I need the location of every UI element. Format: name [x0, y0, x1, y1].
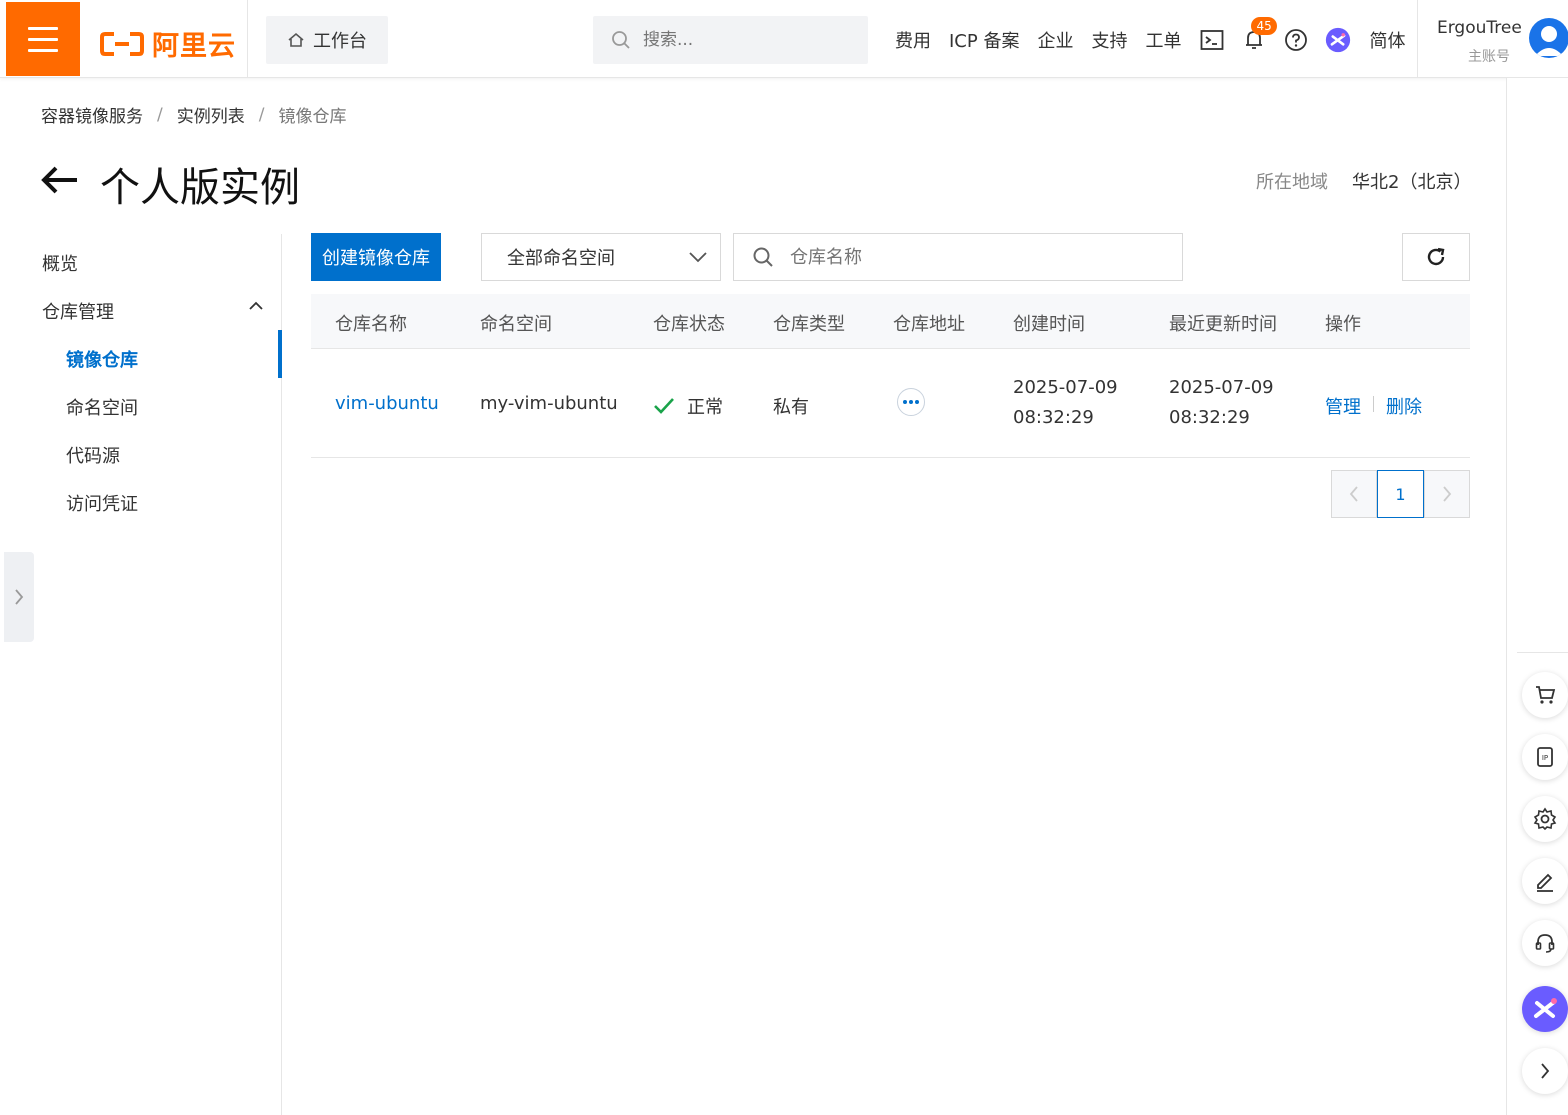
search-icon [753, 247, 773, 267]
icp-filing-icon[interactable]: IP [1522, 734, 1568, 780]
chevron-right-icon[interactable] [1522, 1048, 1568, 1094]
top-nav: 费用 ICP 备案 企业 支持 工单 45 简体 [895, 17, 1405, 56]
repo-status-text: 正常 [687, 397, 723, 418]
global-search-input[interactable] [643, 30, 843, 50]
workbench-button[interactable]: 工作台 [266, 16, 388, 64]
user-name: ErgouTree [1437, 18, 1522, 38]
chevron-left-icon [1349, 486, 1358, 502]
sidebar-item-namespace[interactable]: 命名空间 [66, 394, 138, 420]
page-number[interactable]: 1 [1377, 470, 1424, 518]
column-header-created: 创建时间 [1013, 314, 1085, 335]
terminal-icon[interactable] [1199, 27, 1225, 53]
bell-icon[interactable]: 45 [1241, 17, 1277, 53]
table-header: 仓库名称 命名空间 仓库状态 仓库类型 仓库地址 创建时间 最近更新时间 操作 [311, 294, 1470, 349]
workbench-label: 工作台 [313, 31, 367, 52]
global-search[interactable] [593, 16, 868, 64]
chevron-right-icon [15, 589, 24, 605]
sidebar-item-code-source[interactable]: 代码源 [66, 442, 120, 468]
user-role: 主账号 [1468, 49, 1510, 65]
column-header-name: 仓库名称 [335, 314, 407, 335]
back-arrow-icon[interactable] [40, 164, 80, 196]
cart-icon[interactable] [1522, 672, 1568, 718]
region-value: 华北2（北京） [1352, 172, 1472, 193]
chevron-right-icon [1443, 486, 1452, 502]
edit-pencil-icon[interactable] [1522, 858, 1568, 904]
notification-badge: 45 [1251, 17, 1277, 35]
breadcrumb-item-acr[interactable]: 容器镜像服务 [41, 102, 143, 127]
refresh-icon [1427, 247, 1445, 266]
breadcrumb-separator: / [258, 104, 265, 125]
created-time: 08:32:29 [1013, 407, 1094, 428]
sidebar-item-credentials[interactable]: 访问凭证 [66, 490, 138, 516]
ai-assistant-icon[interactable] [1522, 986, 1568, 1032]
right-toolbar: IP [1506, 78, 1568, 1115]
updated-time: 08:32:29 [1169, 407, 1250, 428]
breadcrumb: 容器镜像服务 / 实例列表 / 镜像仓库 [41, 102, 347, 128]
column-header-address: 仓库地址 [893, 314, 965, 335]
settings-gear-icon[interactable] [1522, 796, 1568, 842]
table-row: vim-ubuntu my-vim-ubuntu 正常 私有 2025-07-0… [311, 349, 1470, 458]
hamburger-menu-icon[interactable] [6, 2, 80, 76]
namespace-select-value: 全部命名空间 [507, 248, 615, 269]
column-header-type: 仓库类型 [773, 314, 845, 335]
page-title: 个人版实例 [100, 165, 300, 211]
repo-name-link[interactable]: vim-ubuntu [335, 393, 439, 414]
avatar[interactable] [1529, 18, 1568, 58]
aliyun-logo[interactable]: 阿里云 [100, 24, 236, 63]
repo-namespace: my-vim-ubuntu [480, 393, 618, 414]
search-icon [612, 31, 630, 49]
namespace-select[interactable]: 全部命名空间 [481, 233, 721, 281]
region-label: 所在地域 [1256, 172, 1328, 193]
sidebar-expand-tab[interactable] [4, 552, 34, 642]
column-header-actions: 操作 [1325, 314, 1361, 335]
headset-support-icon[interactable] [1522, 920, 1568, 966]
user-account[interactable]: ErgouTree 主账号 [1417, 0, 1568, 78]
nav-link-support[interactable]: 支持 [1091, 27, 1127, 53]
updated-date: 2025-07-09 [1169, 377, 1274, 398]
repo-status: 正常 [653, 393, 723, 419]
breadcrumb-separator: / [157, 104, 163, 125]
prev-page-button[interactable] [1331, 470, 1377, 518]
sidebar-item-overview[interactable]: 概览 [42, 250, 78, 276]
language-switch[interactable]: 简体 [1369, 27, 1405, 53]
refresh-button[interactable] [1402, 233, 1470, 281]
check-icon [654, 398, 674, 414]
sidebar-group-repo-management[interactable]: 仓库管理 [42, 298, 114, 324]
create-repo-button[interactable]: 创建镜像仓库 [311, 233, 441, 281]
sidebar-active-indicator [278, 330, 282, 378]
column-header-status: 仓库状态 [653, 314, 725, 335]
breadcrumb-item-instances[interactable]: 实例列表 [177, 102, 245, 127]
top-navigation-bar: 阿里云 工作台 费用 ICP 备案 企业 支持 工单 45 简体 ErgouTr… [0, 0, 1568, 78]
divider [247, 0, 248, 78]
chevron-down-icon [689, 252, 707, 263]
logo-text: 阿里云 [152, 31, 236, 62]
manage-link[interactable]: 管理 [1325, 393, 1361, 419]
repo-search-input[interactable] [790, 246, 1150, 268]
chevron-up-icon[interactable] [248, 300, 264, 312]
svg-text:IP: IP [1542, 754, 1548, 762]
more-options-icon[interactable] [897, 388, 925, 416]
breadcrumb-item-current: 镜像仓库 [278, 107, 347, 127]
column-header-updated: 最近更新时间 [1169, 314, 1277, 335]
sidebar: 概览 仓库管理 镜像仓库 命名空间 代码源 访问凭证 [0, 234, 282, 1115]
action-separator [1373, 396, 1374, 412]
nav-link-ticket[interactable]: 工单 [1145, 27, 1181, 53]
nav-link-icp[interactable]: ICP 备案 [949, 27, 1019, 53]
pagination: 1 [1331, 470, 1470, 518]
nav-link-billing[interactable]: 费用 [895, 27, 931, 53]
sidebar-item-image-repo[interactable]: 镜像仓库 [66, 346, 138, 372]
help-icon[interactable] [1283, 27, 1309, 53]
next-page-button[interactable] [1424, 470, 1470, 518]
repo-search[interactable] [733, 233, 1183, 281]
delete-link[interactable]: 删除 [1386, 393, 1422, 419]
divider [1517, 652, 1568, 653]
home-icon [288, 32, 304, 47]
created-date: 2025-07-09 [1013, 377, 1118, 398]
column-header-namespace: 命名空间 [480, 314, 552, 335]
repo-type: 私有 [773, 397, 809, 418]
ai-assistant-icon[interactable] [1325, 27, 1351, 53]
aliyun-logo-mark-icon [100, 31, 144, 56]
nav-link-enterprise[interactable]: 企业 [1037, 27, 1073, 53]
